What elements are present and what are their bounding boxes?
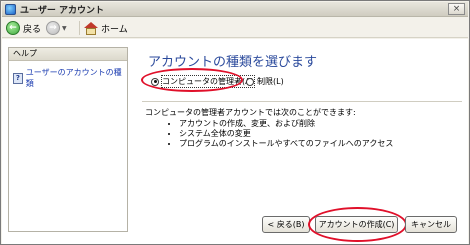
radio-limited[interactable]: 制限(L) bbox=[246, 76, 284, 87]
home-toolbar-label: ホーム bbox=[101, 24, 128, 35]
chevron-down-icon: ▼ bbox=[62, 24, 67, 32]
back-toolbar-label: 戻る bbox=[23, 24, 42, 35]
capability-item: アカウントの作成、変更、および削除 bbox=[179, 119, 393, 129]
description-text: コンピュータの管理者アカウントでは次のことができます: bbox=[145, 108, 356, 117]
home-icon bbox=[84, 21, 98, 35]
content-area: ヘルプ ? ユーザーのアカウントの種類 アカウントの種類を選びます コンピュータ… bbox=[2, 39, 468, 244]
capability-list: アカウントの作成、変更、および削除 システム全体の変更 プログラムのインストール… bbox=[145, 119, 393, 149]
help-link-label[interactable]: ユーザーのアカウントの種類 bbox=[26, 67, 127, 89]
annotation-oval-administrator bbox=[141, 68, 243, 92]
toolbar: ← 戻る → ▼ ホーム bbox=[2, 18, 468, 38]
help-icon: ? bbox=[13, 72, 23, 84]
back-toolbar-button[interactable]: ← 戻る bbox=[6, 20, 41, 36]
cancel-button[interactable]: キャンセル bbox=[405, 216, 457, 233]
annotation-oval-create bbox=[308, 207, 407, 242]
capability-item: システム全体の変更 bbox=[179, 129, 393, 139]
close-button[interactable]: × bbox=[448, 3, 465, 15]
window-title: ユーザー アカウント bbox=[20, 6, 104, 16]
capability-item: プログラムのインストールやすべてのファイルへのアクセス bbox=[179, 139, 393, 149]
radio-label-limited[interactable]: 制限(L) bbox=[257, 76, 284, 87]
forward-toolbar-button[interactable]: → ▼ bbox=[46, 20, 67, 36]
user-accounts-icon bbox=[5, 4, 16, 15]
back-arrow-icon: ← bbox=[6, 21, 20, 35]
radio-button-limited[interactable] bbox=[246, 77, 254, 86]
page-title: アカウントの種類を選びます bbox=[148, 55, 318, 70]
account-description: コンピュータの管理者アカウントでは次のことができます: アカウントの作成、変更、… bbox=[145, 107, 393, 149]
section-divider bbox=[142, 101, 462, 102]
user-accounts-window: ユーザー アカウント × ← 戻る → ▼ ホーム ヘルプ ? ユーザーのアカウ… bbox=[0, 0, 470, 245]
toolbar-separator bbox=[79, 21, 80, 35]
help-pane-header: ヘルプ bbox=[9, 48, 127, 61]
home-toolbar-button[interactable]: ホーム bbox=[84, 20, 128, 36]
help-pane: ヘルプ ? ユーザーのアカウントの種類 bbox=[8, 47, 128, 232]
title-bar: ユーザー アカウント × bbox=[2, 2, 468, 17]
forward-arrow-icon: → bbox=[46, 21, 60, 35]
help-link-account-types[interactable]: ? ユーザーのアカウントの種類 bbox=[13, 67, 127, 89]
back-button[interactable]: < 戻る(B) bbox=[262, 216, 310, 233]
